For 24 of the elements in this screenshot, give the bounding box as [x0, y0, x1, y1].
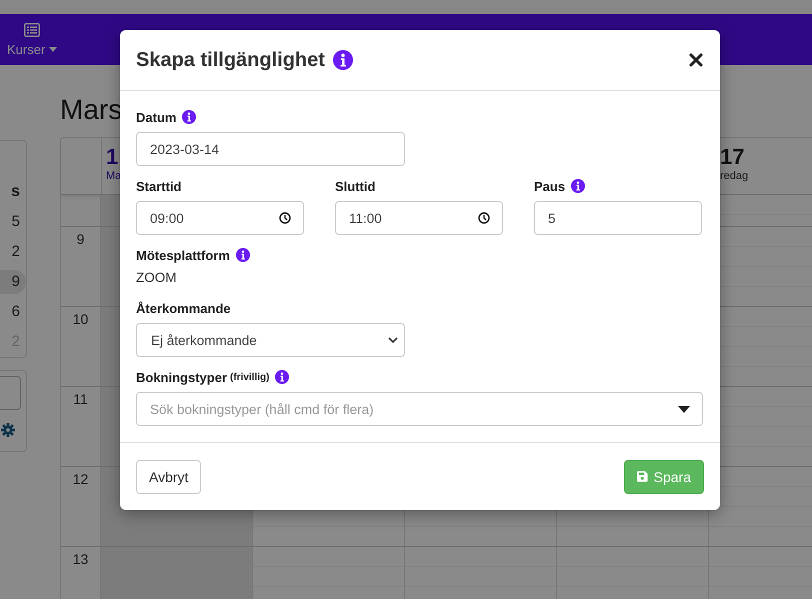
- day-number: 17: [720, 144, 744, 170]
- field-label: Mötesplattform: [136, 248, 230, 262]
- field-value: 5: [548, 210, 556, 226]
- day-number: 1: [106, 144, 118, 170]
- hour-label: 9: [76, 231, 84, 247]
- field-label: Starttid: [136, 178, 182, 194]
- hour-label: 11: [73, 391, 88, 407]
- platform-value: ZOOM: [136, 270, 178, 286]
- field-label: Paus: [534, 178, 566, 194]
- field-value: 11:00: [349, 210, 382, 226]
- month-heading: s: [11, 183, 20, 201]
- field-label: Återkommande: [136, 300, 231, 316]
- optional-hint: (frivillig): [230, 372, 270, 382]
- hour-label: 13: [72, 551, 88, 567]
- field-value: 09:00: [150, 210, 184, 226]
- hour-label: 12: [72, 471, 88, 487]
- field-label: Bokningstyper: [136, 370, 228, 384]
- weekday-label: redag: [720, 170, 748, 182]
- field-value: 2023-03-14: [150, 142, 220, 156]
- field-label: Datum: [136, 110, 176, 124]
- page-title: Mars: [60, 93, 122, 127]
- hour-label: 10: [72, 311, 88, 327]
- dialog-title: Skapa tillgänglighet: [136, 48, 325, 72]
- field-label: Sluttid: [335, 178, 376, 194]
